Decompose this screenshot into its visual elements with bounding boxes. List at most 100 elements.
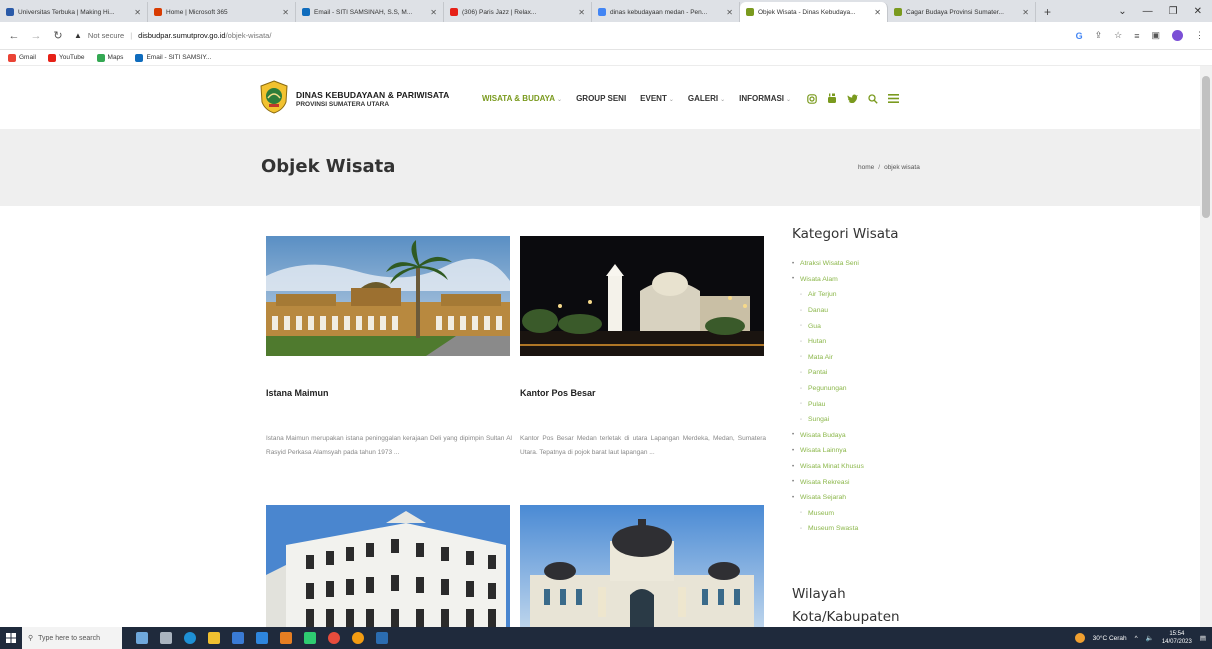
edge-icon[interactable] [184,632,196,644]
circle-bullet-icon: ◦ [800,385,803,392]
subcategory-link[interactable]: ◦ Mata Air [792,350,864,366]
masjid-raya-photo[interactable] [520,505,764,627]
card-excerpt-istana-maimun: Istana Maimun merupakan istana peninggal… [266,435,512,456]
tab-close-icon[interactable]: ✕ [134,8,141,17]
scrollbar-thumb[interactable] [1202,76,1210,218]
category-link[interactable]: • Wisata Sejarah [792,490,864,506]
reading-list-icon[interactable]: ≡ [1134,31,1139,41]
nav-item[interactable]: WISATA & BUDAYA ⌄ [482,94,562,103]
category-link[interactable]: • Wisata Alam [792,272,864,288]
instagram-icon[interactable] [807,93,817,104]
tab-close-icon[interactable]: ✕ [282,8,289,17]
kantor-pos-besar-photo[interactable] [520,236,764,356]
browser-tab[interactable]: Objek Wisata - Dinas Kebudaya... ✕ [740,2,888,22]
reload-icon[interactable]: ↻ [52,29,64,42]
subcategory-link[interactable]: ◦ Gua [792,318,864,334]
browser-tab[interactable]: (306) Paris Jazz | Relax... ✕ [444,2,592,22]
zoom-icon[interactable] [304,632,316,644]
browser-tab[interactable]: Home | Microsoft 365 ✕ [148,2,296,22]
site-brand[interactable]: DINAS KEBUDAYAAN & PARIWISATA PROVINSI S… [296,90,449,108]
bookmark-item[interactable]: Email - SITI SAMSIY... [135,53,211,62]
close-window-button[interactable]: ✕ [1194,6,1202,17]
bookmark-item[interactable]: Gmail [8,53,36,62]
paint-icon[interactable] [280,632,292,644]
word-icon[interactable] [376,632,388,644]
category-link[interactable]: • Atraksi Wisata Seni [792,256,864,272]
bookmark-star-icon[interactable]: ☆ [1114,30,1122,41]
kebab-menu-icon[interactable]: ⋮ [1195,30,1204,41]
chrome-icon[interactable] [328,632,340,644]
subcategory-link[interactable]: ◦ Air Terjun [792,287,864,303]
subcategory-link[interactable]: ◦ Sungai [792,412,864,428]
subcategory-link[interactable]: ◦ Danau [792,303,864,319]
share-icon[interactable]: ⇪ [1095,30,1103,41]
browser-tab[interactable]: Email - SITI SAMSINAH, S.S, M... ✕ [296,2,444,22]
tray-chevron-icon[interactable]: ^ [1135,635,1138,642]
mail-icon[interactable] [256,632,268,644]
store-icon[interactable] [232,632,244,644]
card-title-istana-maimun[interactable]: Istana Maimun [266,388,329,398]
widgets-icon[interactable] [136,632,148,644]
bookmark-label: Maps [107,54,124,61]
side-panel-icon[interactable]: ▣ [1151,30,1160,41]
nav-item[interactable]: EVENT ⌄ [640,94,674,103]
notification-icon[interactable]: ▤ [1200,634,1206,642]
clock[interactable]: 15:54 14/07/2023 [1162,630,1192,646]
nav-item[interactable]: INFORMASI ⌄ [739,94,791,103]
browser-extensions: G ⇪ ☆ ≡ ▣ ⋮ [1076,30,1204,41]
subcategory-link[interactable]: ◦ Hutan [792,334,864,350]
browser-tab[interactable]: Cagar Budaya Provinsi Sumater... ✕ [888,2,1036,22]
bookmark-item[interactable]: Maps [96,53,124,62]
tab-close-icon[interactable]: ✕ [874,8,881,17]
istana-maimun-photo[interactable] [266,236,510,356]
warning-icon[interactable]: ▲ [74,31,82,40]
category-link[interactable]: • Wisata Lainnya [792,443,864,459]
google-icon[interactable]: G [1076,31,1083,41]
windows-start-button[interactable] [0,627,22,649]
category-link[interactable]: • Wisata Minat Khusus [792,459,864,475]
file-explorer-icon[interactable] [208,632,220,644]
new-tab-button[interactable]: + [1036,2,1059,22]
subcategory-link[interactable]: ◦ Museum Swasta [792,521,864,537]
nav-item[interactable]: GROUP SENI [576,94,626,103]
subcategory-link[interactable]: ◦ Pulau [792,396,864,412]
tab-close-icon[interactable]: ✕ [1022,8,1029,17]
subcategory-link[interactable]: ◦ Pegunungan [792,381,864,397]
category-label: Pulau [808,400,826,408]
hamburger-menu-icon[interactable] [888,94,900,103]
maximize-button[interactable]: ❐ [1169,6,1178,17]
bullet-icon: • [792,479,795,486]
card-title-kantor-pos-besar[interactable]: Kantor Pos Besar [520,388,596,398]
colonial-building-photo[interactable] [266,505,510,627]
browser-tab[interactable]: Universitas Terbuka | Making Hi... ✕ [0,2,148,22]
category-link[interactable]: • Wisata Rekreasi [792,474,864,490]
tab-close-icon[interactable]: ✕ [578,8,585,17]
speaker-icon[interactable]: 🔈 [1146,634,1154,642]
subcategory-link[interactable]: ◦ Pantai [792,365,864,381]
clock-time: 15:54 [1169,631,1185,637]
chrome-profile-icon[interactable] [352,632,364,644]
weather-text[interactable]: 30°C Cerah [1093,635,1127,642]
nav-item[interactable]: GALERI ⌄ [688,94,725,103]
provincial-emblem-logo[interactable] [259,80,289,114]
task-view-icon[interactable] [160,632,172,644]
bookmark-label: YouTube [58,54,85,61]
browser-tab[interactable]: dinas kebudayaan medan - Pen... ✕ [592,2,740,22]
search-icon[interactable] [868,93,878,104]
profile-avatar[interactable] [1172,30,1183,41]
bookmark-item[interactable]: YouTube [47,53,85,62]
minimize-button[interactable]: — [1143,6,1153,17]
forward-arrow-icon[interactable]: → [30,30,42,42]
back-arrow-icon[interactable]: ← [8,30,20,42]
category-label: Wisata Sejarah [800,494,847,502]
tab-search-icon[interactable]: ⌄ [1118,6,1126,17]
breadcrumb-home[interactable]: home [858,164,874,171]
subcategory-link[interactable]: ◦ Museum [792,506,864,522]
twitter-icon[interactable] [847,94,859,103]
youtube-icon[interactable] [827,93,837,104]
tab-close-icon[interactable]: ✕ [430,8,437,17]
url-field[interactable]: ▲ Not secure | disbudpar.sumutprov.go.id… [74,31,1066,40]
taskbar-search-box[interactable]: ⚲ Type here to search [22,627,122,649]
tab-close-icon[interactable]: ✕ [726,8,733,17]
category-link[interactable]: • Wisata Budaya [792,428,864,444]
